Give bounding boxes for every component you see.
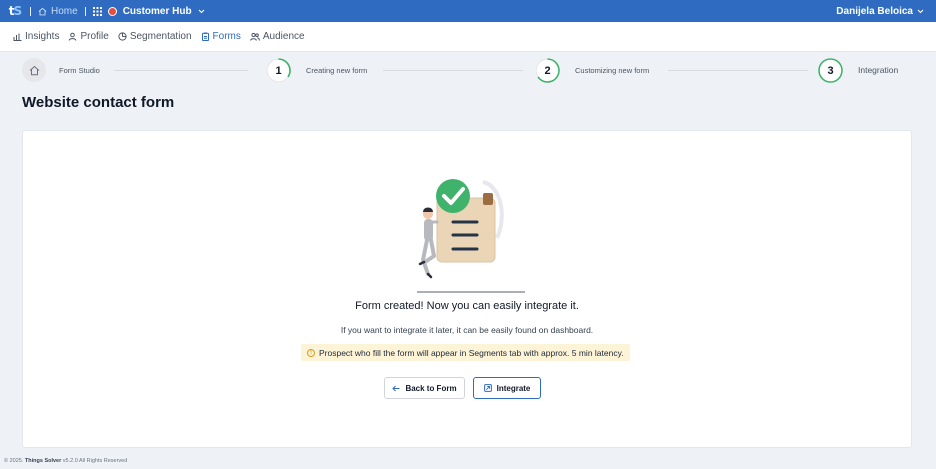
latency-notice: ! Prospect who fill the form will appear… xyxy=(301,344,630,361)
home-icon xyxy=(38,7,47,15)
nav-item-segmentation[interactable]: Segmentation xyxy=(118,31,192,42)
step-1-circle: 1 xyxy=(266,58,291,83)
success-title: Form created! Now you can easily integra… xyxy=(355,300,579,312)
app-switcher[interactable]: Customer Hub xyxy=(92,5,205,17)
footer-company: Things Solver xyxy=(24,458,62,464)
divider xyxy=(84,6,86,16)
step-connector xyxy=(668,70,808,71)
user-menu[interactable]: Danijela Beloica xyxy=(836,6,924,17)
step-label-customizing: Customizing new form xyxy=(575,66,650,75)
back-to-form-label: Back to Form xyxy=(405,383,457,393)
bar-chart-icon xyxy=(13,33,22,41)
chevron-down-icon xyxy=(198,9,204,13)
nav-item-forms[interactable]: Forms xyxy=(201,31,241,42)
top-bar: tS Home Customer Hub Danijela Beloica xyxy=(0,0,936,22)
step-3-circle: 3 xyxy=(818,58,843,83)
customer-hub-icon xyxy=(107,6,117,16)
step-connector xyxy=(114,70,248,71)
app-name: Customer Hub xyxy=(122,5,192,17)
home-label: Home xyxy=(51,5,78,17)
home-link[interactable]: Home xyxy=(38,6,78,17)
arrow-left-icon xyxy=(392,385,400,391)
step-2-number: 2 xyxy=(544,64,551,77)
form-stepper: Form Studio 1 Creating new form 2 Custom… xyxy=(22,56,912,86)
user-name: Danijela Beloica xyxy=(836,5,913,17)
nav-item-profile[interactable]: Profile xyxy=(68,31,109,42)
form-created-illustration xyxy=(417,179,525,293)
integration-card: Form created! Now you can easily integra… xyxy=(22,130,912,448)
footer: © 2025. Things Solver v5.2.0 All Rights … xyxy=(4,458,128,464)
step-label-integration: Integration xyxy=(858,65,899,75)
step-1-number: 1 xyxy=(275,64,282,77)
success-subtitle: If you want to integrate it later, it ca… xyxy=(340,325,594,335)
notice-text: Prospect who fill the form will appear i… xyxy=(319,347,624,358)
back-to-form-button[interactable]: Back to Form xyxy=(384,377,465,399)
clipboard-icon xyxy=(201,32,209,41)
grid-icon xyxy=(92,6,102,16)
step-connector xyxy=(383,70,523,71)
pie-chart-icon xyxy=(118,32,127,41)
step-3-number: 3 xyxy=(827,64,834,77)
integrate-button[interactable]: Integrate xyxy=(473,377,541,399)
divider xyxy=(30,6,31,16)
nav-item-insights[interactable]: Insights xyxy=(13,31,59,42)
user-icon xyxy=(69,32,77,41)
nav-item-audience[interactable]: Audience xyxy=(249,31,305,42)
home-icon xyxy=(29,65,39,75)
step-label-creating: Creating new form xyxy=(306,66,368,75)
chevron-down-icon xyxy=(917,9,924,13)
external-link-icon xyxy=(483,384,492,392)
step-2-circle: 2 xyxy=(535,58,560,83)
ts-logo[interactable]: tS xyxy=(7,4,23,18)
step-form-studio[interactable] xyxy=(22,58,46,82)
integrate-label: Integrate xyxy=(496,383,531,393)
main-nav: Insights Profile Segmentation Forms Audi… xyxy=(0,22,936,52)
page-title: Website contact form xyxy=(22,94,175,111)
step-label-form-studio: Form Studio xyxy=(59,66,100,75)
users-icon xyxy=(249,32,260,41)
info-icon: ! xyxy=(307,348,315,357)
